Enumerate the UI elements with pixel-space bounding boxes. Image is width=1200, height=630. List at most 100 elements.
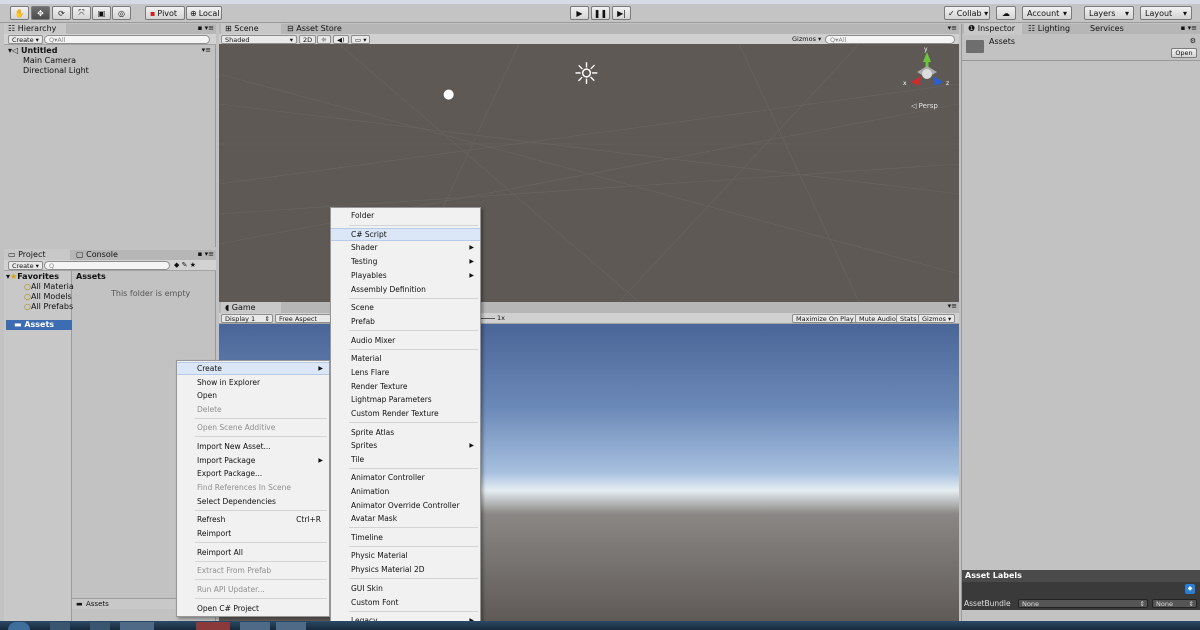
- menu-item-assembly-definition[interactable]: Assembly Definition: [331, 283, 480, 296]
- filter-icons[interactable]: ◆ ✎ ★: [174, 261, 196, 269]
- menu-item-lightmap-parameters[interactable]: Lightmap Parameters: [331, 393, 480, 406]
- menu-item-folder[interactable]: Folder: [331, 209, 480, 222]
- menu-item-animation[interactable]: Animation: [331, 485, 480, 498]
- assets-breadcrumb[interactable]: Assets: [76, 272, 106, 281]
- shading-dropdown[interactable]: Shaded ▾: [221, 35, 297, 44]
- camera-gizmo-icon[interactable]: ●: [443, 87, 454, 102]
- lighting-toggle[interactable]: ☼: [317, 35, 331, 44]
- layout-dropdown[interactable]: Layout ▾: [1140, 6, 1192, 20]
- assets-tree-item[interactable]: ▬ Assets: [6, 320, 72, 330]
- menu-item-export-package[interactable]: Export Package...: [177, 467, 329, 480]
- panel-menu-icon[interactable]: ▪ ▾≡: [1181, 24, 1197, 32]
- maximize-on-play-toggle[interactable]: Maximize On Play: [792, 314, 858, 323]
- hierarchy-create-dropdown[interactable]: Create ▾: [8, 35, 43, 44]
- aspect-dropdown[interactable]: Free Aspect: [275, 314, 335, 323]
- menu-item-animator-override-controller[interactable]: Animator Override Controller: [331, 499, 480, 512]
- menu-item-shader[interactable]: Shader ▶: [331, 241, 480, 254]
- menu-item-sprite-atlas[interactable]: Sprite Atlas: [331, 426, 480, 439]
- cloud-button[interactable]: ☁: [996, 6, 1016, 20]
- scene-root-item[interactable]: ▾◁ Untitled: [8, 46, 57, 55]
- taskbar-app-icon[interactable]: [90, 622, 110, 630]
- orientation-gizmo[interactable]: [903, 48, 951, 96]
- favorite-item[interactable]: ○All Prefabs: [24, 302, 73, 311]
- account-dropdown[interactable]: Account ▾: [1022, 6, 1072, 20]
- pivot-toggle[interactable]: ▪ Pivot: [145, 6, 185, 20]
- menu-item-sprites[interactable]: Sprites ▶: [331, 439, 480, 452]
- menu-item-scene[interactable]: Scene: [331, 301, 480, 314]
- scale-tool-button[interactable]: ⤧: [72, 6, 91, 20]
- asset-variant-dropdown[interactable]: None ⇕: [1152, 599, 1197, 608]
- menu-item-render-texture[interactable]: Render Texture: [331, 380, 480, 393]
- taskbar-app-icon[interactable]: [276, 622, 306, 630]
- menu-item-playables[interactable]: Playables ▶: [331, 269, 480, 282]
- taskbar-app-icon[interactable]: [50, 622, 70, 630]
- hierarchy-search-input[interactable]: Q▾All: [44, 35, 210, 44]
- effects-dropdown[interactable]: ▭ ▾: [351, 35, 371, 44]
- taskbar-app-icon[interactable]: [240, 622, 270, 630]
- audio-toggle[interactable]: ◀): [333, 35, 349, 44]
- project-search-input[interactable]: Q: [44, 261, 170, 270]
- stats-toggle[interactable]: Stats: [896, 314, 921, 323]
- menu-item-show-in-explorer[interactable]: Show in Explorer: [177, 376, 329, 389]
- transform-tool-button[interactable]: ◎: [112, 6, 131, 20]
- scene-gizmos-dropdown[interactable]: Gizmos ▾: [789, 35, 824, 44]
- settings-gear-icon[interactable]: ⚙: [1190, 37, 1196, 45]
- menu-item-animator-controller[interactable]: Animator Controller: [331, 471, 480, 484]
- menu-item-open[interactable]: Open: [177, 389, 329, 402]
- menu-item-custom-font[interactable]: Custom Font: [331, 596, 480, 609]
- tab-services[interactable]: Services: [1086, 23, 1146, 35]
- display-dropdown[interactable]: Display 1 ⇕: [221, 314, 273, 323]
- menu-item-audio-mixer[interactable]: Audio Mixer: [331, 334, 480, 347]
- project-create-dropdown[interactable]: Create ▾: [8, 261, 43, 270]
- collab-dropdown[interactable]: ✓ Collab ▾: [944, 6, 990, 20]
- hand-tool-button[interactable]: ✋: [10, 6, 29, 20]
- panel-menu-icon[interactable]: ▪ ▾≡: [198, 250, 214, 258]
- start-button[interactable]: [8, 622, 30, 630]
- menu-item-physics-material-2d[interactable]: Physics Material 2D: [331, 563, 480, 576]
- open-button[interactable]: Open: [1171, 48, 1197, 58]
- menu-item-import-package[interactable]: Import Package ▶: [177, 454, 329, 467]
- move-tool-button[interactable]: ✥: [31, 6, 50, 20]
- favorite-item[interactable]: ○All Materia: [24, 282, 74, 291]
- menu-item-import-new-asset[interactable]: Import New Asset...: [177, 440, 329, 453]
- layers-dropdown[interactable]: Layers ▾: [1084, 6, 1134, 20]
- menu-item-lens-flare[interactable]: Lens Flare: [331, 366, 480, 379]
- panel-menu-icon[interactable]: ▾≡: [948, 302, 957, 310]
- menu-item-timeline[interactable]: Timeline: [331, 531, 480, 544]
- panel-menu-icon[interactable]: ▪ ▾≡: [198, 24, 214, 32]
- menu-item-physic-material[interactable]: Physic Material: [331, 549, 480, 562]
- tab-lighting[interactable]: ☷ Lighting: [1024, 23, 1084, 35]
- menu-item-reimport-all[interactable]: Reimport All: [177, 546, 329, 559]
- scene-search-input[interactable]: Q▾All: [825, 35, 955, 44]
- step-button[interactable]: ▶|: [612, 6, 631, 20]
- menu-item-create[interactable]: Create ▶: [177, 362, 329, 375]
- play-button[interactable]: ▶: [570, 6, 589, 20]
- tab-inspector[interactable]: ❶ Inspector: [964, 23, 1022, 35]
- directional-light-icon[interactable]: ☼: [573, 60, 600, 90]
- mute-audio-toggle[interactable]: Mute Audio: [855, 314, 900, 323]
- menu-item-reimport[interactable]: Reimport: [177, 527, 329, 540]
- menu-item-material[interactable]: Material: [331, 352, 480, 365]
- asset-bundle-dropdown[interactable]: None ⇕: [1018, 599, 1148, 608]
- hierarchy-item[interactable]: Main Camera: [23, 56, 76, 65]
- scale-slider-track[interactable]: [481, 318, 495, 319]
- rotate-tool-button[interactable]: ⟳: [52, 6, 71, 20]
- taskbar-app-icon[interactable]: [196, 622, 230, 630]
- hierarchy-item[interactable]: Directional Light: [23, 66, 89, 75]
- pause-button[interactable]: ❚❚: [591, 6, 610, 20]
- menu-item-tile[interactable]: Tile: [331, 453, 480, 466]
- game-gizmos-dropdown[interactable]: Gizmos ▾: [918, 314, 956, 323]
- favorites-item[interactable]: ▾★Favorites: [6, 272, 59, 281]
- menu-item-csharp-script[interactable]: C# Script: [331, 228, 480, 241]
- favorite-item[interactable]: ○All Models: [24, 292, 72, 301]
- tag-icon[interactable]: ◆: [1185, 584, 1195, 594]
- rect-tool-button[interactable]: ▣: [92, 6, 111, 20]
- taskbar-app-icon[interactable]: [120, 622, 154, 630]
- perspective-label[interactable]: ◁ Persp: [911, 102, 938, 110]
- scene-menu-icon[interactable]: ▾≡: [202, 46, 211, 54]
- menu-item-refresh[interactable]: Refresh Ctrl+R: [177, 513, 329, 526]
- menu-item-open-csharp-project[interactable]: Open C# Project: [177, 602, 329, 615]
- mode-2d-toggle[interactable]: 2D: [299, 35, 317, 44]
- panel-menu-icon[interactable]: ▾≡: [948, 24, 957, 32]
- menu-item-avatar-mask[interactable]: Avatar Mask: [331, 512, 480, 525]
